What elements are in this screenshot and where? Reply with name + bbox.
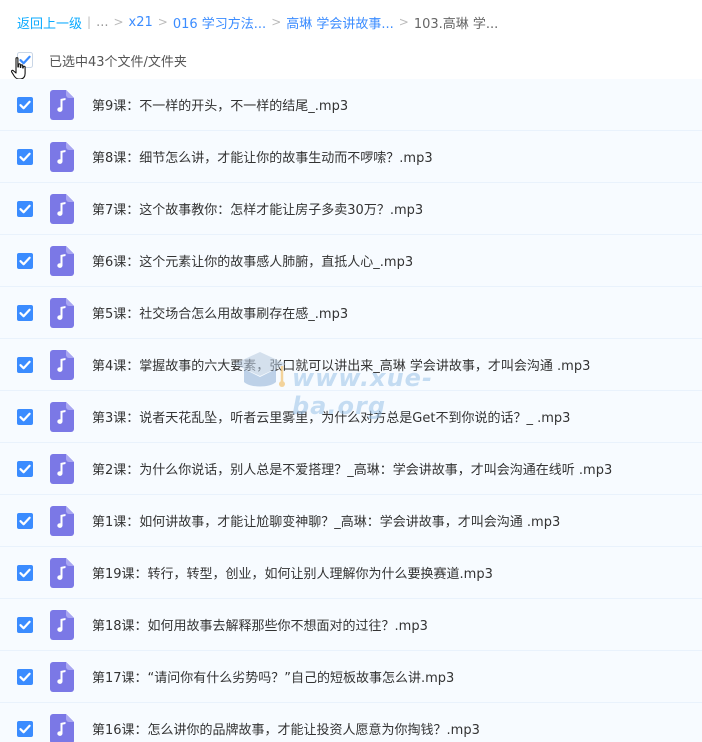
file-row[interactable]: 第8课：细节怎么讲，才能让你的故事生动而不啰嗦？.mp3 bbox=[0, 131, 702, 183]
file-checkbox[interactable] bbox=[17, 252, 33, 269]
file-name[interactable]: 第1课：如何讲故事，才能让尬聊变神聊？_高琳：学会讲故事，才叫会沟通 .mp3 bbox=[92, 511, 560, 530]
audio-file-icon bbox=[50, 401, 74, 432]
file-checkbox[interactable] bbox=[17, 720, 33, 737]
file-checkbox[interactable] bbox=[17, 408, 33, 425]
selection-bar: 已选中43个文件/文件夹 bbox=[0, 46, 702, 74]
check-icon bbox=[19, 100, 31, 109]
file-checkbox[interactable] bbox=[17, 96, 33, 113]
breadcrumb-chevron-icon: > bbox=[157, 15, 168, 29]
file-row[interactable]: 第18课：如何用故事去解释那些你不想面对的过往？.mp3 bbox=[0, 599, 702, 651]
breadcrumb-chevron-icon: > bbox=[398, 15, 409, 29]
file-name[interactable]: 第3课：说者天花乱坠，听者云里雾里，为什么对方总是Get不到你说的话？_ .mp… bbox=[92, 407, 570, 426]
audio-file-icon bbox=[50, 453, 74, 484]
file-name[interactable]: 第4课：掌握故事的六大要素，张口就可以讲出来_高琳 学会讲故事，才叫会沟通 .m… bbox=[92, 355, 590, 374]
file-row[interactable]: 第7课：这个故事教你：怎样才能让房子多卖30万？.mp3 bbox=[0, 183, 702, 235]
file-checkbox[interactable] bbox=[17, 564, 33, 581]
file-checkbox[interactable] bbox=[17, 616, 33, 633]
check-icon bbox=[19, 412, 31, 421]
check-icon bbox=[19, 360, 31, 369]
selection-count-label: 已选中43个文件/文件夹 bbox=[49, 54, 187, 70]
breadcrumb: 返回上一级 | ... > x21 > 016 学习方法... > 高琳 学会讲… bbox=[17, 13, 499, 32]
file-checkbox[interactable] bbox=[17, 200, 33, 217]
check-icon bbox=[19, 620, 31, 629]
check-icon bbox=[19, 308, 31, 317]
audio-file-icon bbox=[50, 661, 74, 692]
breadcrumb-item-storytelling[interactable]: 高琳 学会讲故事... bbox=[286, 13, 394, 32]
file-name[interactable]: 第5课：社交场合怎么用故事刷存在感_.mp3 bbox=[92, 303, 348, 322]
file-row[interactable]: 第2课：为什么你说话，别人总是不爱搭理？_高琳：学会讲故事，才叫会沟通在线听 .… bbox=[0, 443, 702, 495]
file-name[interactable]: 第19课：转行，转型，创业，如何让别人理解你为什么要换赛道.mp3 bbox=[92, 563, 493, 582]
audio-file-icon bbox=[50, 505, 74, 536]
check-icon bbox=[19, 152, 31, 161]
audio-file-icon bbox=[50, 349, 74, 380]
check-icon bbox=[19, 568, 31, 577]
check-icon bbox=[19, 464, 31, 473]
file-checkbox[interactable] bbox=[17, 460, 33, 477]
breadcrumb-separator: | bbox=[87, 15, 92, 29]
check-icon bbox=[19, 724, 31, 733]
breadcrumb-item-learning-methods[interactable]: 016 学习方法... bbox=[173, 13, 266, 32]
breadcrumb-item-x21[interactable]: x21 bbox=[129, 15, 153, 30]
audio-file-icon bbox=[50, 557, 74, 588]
check-icon bbox=[19, 256, 31, 265]
back-link[interactable]: 返回上一级 bbox=[17, 13, 82, 32]
breadcrumb-ellipsis[interactable]: ... bbox=[96, 15, 108, 30]
file-name[interactable]: 第7课：这个故事教你：怎样才能让房子多卖30万？.mp3 bbox=[92, 199, 423, 218]
audio-file-icon bbox=[50, 193, 74, 224]
file-name[interactable]: 第6课：这个元素让你的故事感人肺腑，直抵人心_.mp3 bbox=[92, 251, 413, 270]
check-icon bbox=[19, 516, 31, 525]
file-row[interactable]: 第9课：不一样的开头，不一样的结尾_.mp3 bbox=[0, 79, 702, 131]
breadcrumb-chevron-icon: > bbox=[271, 15, 282, 29]
file-checkbox[interactable] bbox=[17, 668, 33, 685]
audio-file-icon bbox=[50, 713, 74, 742]
file-row[interactable]: 第1课：如何讲故事，才能让尬聊变神聊？_高琳：学会讲故事，才叫会沟通 .mp3 bbox=[0, 495, 702, 547]
check-icon bbox=[19, 672, 31, 681]
file-row[interactable]: 第19课：转行，转型，创业，如何让别人理解你为什么要换赛道.mp3 bbox=[0, 547, 702, 599]
check-icon bbox=[19, 204, 31, 213]
file-row[interactable]: 第5课：社交场合怎么用故事刷存在感_.mp3 bbox=[0, 287, 702, 339]
file-checkbox[interactable] bbox=[17, 148, 33, 165]
file-checkbox[interactable] bbox=[17, 512, 33, 529]
audio-file-icon bbox=[50, 245, 74, 276]
breadcrumb-chevron-icon: > bbox=[113, 15, 124, 29]
audio-file-icon bbox=[50, 89, 74, 120]
audio-file-icon bbox=[50, 141, 74, 172]
breadcrumb-current: 103.高琳 学... bbox=[413, 16, 499, 32]
file-row[interactable]: 第16课：怎么讲你的品牌故事，才能让投资人愿意为你掏钱？.mp3 bbox=[0, 703, 702, 742]
file-name[interactable]: 第9课：不一样的开头，不一样的结尾_.mp3 bbox=[92, 95, 348, 114]
file-list: 第9课：不一样的开头，不一样的结尾_.mp3 第8课：细节怎么讲，才能让你的故事… bbox=[0, 79, 702, 742]
file-row[interactable]: 第6课：这个元素让你的故事感人肺腑，直抵人心_.mp3 bbox=[0, 235, 702, 287]
file-row[interactable]: 第4课：掌握故事的六大要素，张口就可以讲出来_高琳 学会讲故事，才叫会沟通 .m… bbox=[0, 339, 702, 391]
file-checkbox[interactable] bbox=[17, 304, 33, 321]
audio-file-icon bbox=[50, 609, 74, 640]
file-name[interactable]: 第17课：“请问你有什么劣势吗？”自己的短板故事怎么讲.mp3 bbox=[92, 667, 454, 686]
file-name[interactable]: 第8课：细节怎么讲，才能让你的故事生动而不啰嗦？.mp3 bbox=[92, 147, 433, 166]
file-checkbox[interactable] bbox=[17, 356, 33, 373]
audio-file-icon bbox=[50, 297, 74, 328]
file-name[interactable]: 第16课：怎么讲你的品牌故事，才能让投资人愿意为你掏钱？.mp3 bbox=[92, 719, 480, 738]
file-name[interactable]: 第18课：如何用故事去解释那些你不想面对的过往？.mp3 bbox=[92, 615, 428, 634]
file-name[interactable]: 第2课：为什么你说话，别人总是不爱搭理？_高琳：学会讲故事，才叫会沟通在线听 .… bbox=[92, 459, 612, 478]
file-row[interactable]: 第3课：说者天花乱坠，听者云里雾里，为什么对方总是Get不到你说的话？_ .mp… bbox=[0, 391, 702, 443]
file-row[interactable]: 第17课：“请问你有什么劣势吗？”自己的短板故事怎么讲.mp3 bbox=[0, 651, 702, 703]
